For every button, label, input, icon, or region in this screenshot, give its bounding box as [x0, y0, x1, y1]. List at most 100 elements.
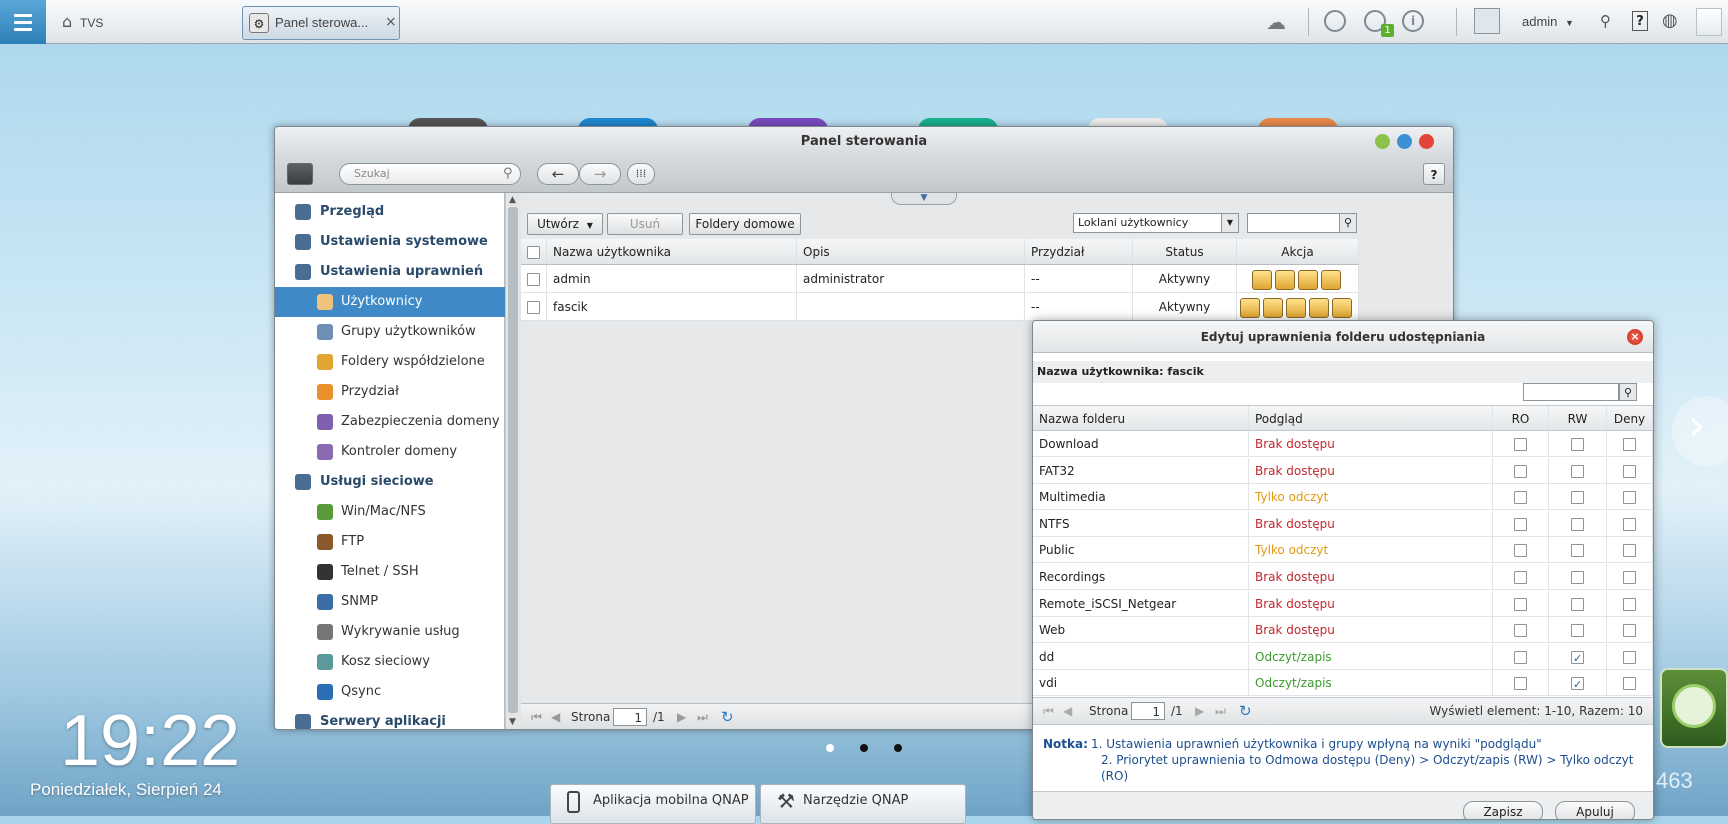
refresh-icon[interactable]: ↻	[721, 708, 734, 726]
search-icon[interactable]: ⚲	[1619, 383, 1637, 401]
sidebar-item[interactable]: Kosz sieciowy	[275, 647, 505, 677]
rw-checkbox[interactable]	[1571, 597, 1584, 611]
clock-icon[interactable]	[1324, 10, 1346, 32]
tab-close-icon[interactable]: ×	[385, 14, 397, 30]
next-page-icon[interactable]: ▶	[1195, 704, 1204, 718]
refresh-icon[interactable]: ↻	[1239, 702, 1252, 720]
row-checkbox[interactable]	[527, 273, 540, 286]
help-button[interactable]: ?	[1423, 163, 1445, 185]
deny-checkbox[interactable]	[1623, 597, 1636, 611]
edit-folder-permission-icon[interactable]	[1320, 269, 1341, 290]
sidebar-item[interactable]: SNMP	[275, 587, 505, 617]
qnap-utility-button[interactable]: ⚒ Narzędzie QNAP	[760, 784, 966, 824]
edit-profile-icon[interactable]	[1263, 297, 1283, 318]
scroll-down-icon[interactable]: ▼	[509, 717, 516, 727]
forward-button[interactable]: →	[579, 163, 621, 185]
prev-page-icon[interactable]: ◀	[1063, 704, 1072, 718]
rw-checkbox[interactable]	[1571, 438, 1584, 451]
next-page-icon[interactable]: ▶	[677, 710, 686, 724]
ro-checkbox[interactable]	[1514, 517, 1527, 531]
save-button[interactable]: Zapisz	[1463, 801, 1543, 819]
next-desktop-button[interactable]: ›	[1672, 396, 1728, 466]
home-folders-button[interactable]: Foldery domowe	[689, 213, 801, 235]
scroll-thumb[interactable]	[508, 207, 518, 713]
rw-checkbox[interactable]	[1571, 491, 1584, 505]
edit-group-icon[interactable]	[1297, 269, 1318, 290]
dashboard-icon[interactable]	[1696, 8, 1722, 36]
table-row[interactable]: admin administrator -- Aktywny	[521, 265, 1359, 293]
ro-checkbox[interactable]	[1514, 491, 1527, 505]
sidebar-item[interactable]: Ustawienia uprawnień	[275, 257, 505, 287]
column-header[interactable]: Przydział	[1025, 239, 1133, 264]
maximize-button[interactable]	[1397, 134, 1412, 149]
ro-checkbox[interactable]	[1514, 597, 1527, 611]
change-password-icon[interactable]	[1251, 269, 1272, 290]
avatar[interactable]	[1474, 8, 1500, 34]
rw-checkbox[interactable]	[1571, 624, 1584, 638]
last-page-icon[interactable]: ⏭	[1215, 704, 1226, 719]
last-page-icon[interactable]: ⏭	[697, 710, 708, 725]
page-dot[interactable]	[826, 744, 834, 752]
apps-grid-button[interactable]: ⁞⁞⁞	[627, 163, 655, 185]
column-header[interactable]: RO	[1493, 406, 1549, 430]
deny-checkbox[interactable]	[1623, 650, 1636, 664]
first-page-icon[interactable]: ⏮	[531, 710, 542, 725]
create-button[interactable]: Utwórz ▼	[527, 213, 603, 235]
sidebar-item[interactable]: Kontroler domeny	[275, 437, 505, 467]
edit-app-privilege-icon[interactable]	[1332, 297, 1352, 318]
page-dot[interactable]	[894, 744, 902, 752]
ro-checkbox[interactable]	[1514, 571, 1527, 584]
sidebar-scrollbar[interactable]: ▲ ▼	[505, 193, 521, 729]
sidebar-item[interactable]: Zabezpieczenia domeny	[275, 407, 505, 437]
sidebar-item[interactable]: FTP	[275, 527, 505, 557]
column-header[interactable]: Akcja	[1237, 239, 1359, 264]
sidebar-item[interactable]: Telnet / SSH	[275, 557, 505, 587]
cancel-button[interactable]: Apuluj	[1555, 801, 1635, 819]
sidebar-item[interactable]: Ustawienia systemowe	[275, 227, 505, 257]
scroll-up-icon[interactable]: ▲	[509, 195, 516, 205]
rw-checkbox[interactable]	[1571, 464, 1584, 478]
sidebar-item[interactable]: Użytkownicy	[275, 287, 505, 317]
cloud-icon[interactable]: ☁	[1266, 10, 1286, 34]
deny-checkbox[interactable]	[1623, 438, 1636, 451]
rw-checkbox[interactable]	[1571, 672, 1584, 698]
language-icon[interactable]: ◍	[1662, 10, 1678, 31]
folder-search-input[interactable]	[1523, 383, 1619, 401]
deny-checkbox[interactable]	[1623, 544, 1636, 558]
row-checkbox[interactable]	[527, 301, 540, 314]
sidebar-toggle-button[interactable]	[287, 163, 313, 185]
change-password-icon[interactable]	[1240, 297, 1260, 318]
delete-button[interactable]: Usuń	[607, 213, 683, 235]
search-icon[interactable]: ⚲	[1600, 12, 1611, 30]
deny-checkbox[interactable]	[1623, 571, 1636, 584]
sidebar-item[interactable]: Przydział	[275, 377, 505, 407]
collapse-toggle[interactable]: ▼	[891, 193, 957, 205]
ro-checkbox[interactable]	[1514, 650, 1527, 664]
rw-checkbox[interactable]	[1571, 544, 1584, 558]
sidebar-item[interactable]: Grupy użytkowników	[275, 317, 505, 347]
back-button[interactable]: ←	[537, 163, 579, 185]
column-header[interactable]: Deny	[1607, 406, 1653, 430]
page-dot[interactable]	[860, 744, 868, 752]
ro-checkbox[interactable]	[1514, 464, 1527, 478]
select-all-checkbox[interactable]	[527, 246, 540, 259]
info-icon[interactable]: i	[1402, 10, 1424, 32]
ro-checkbox[interactable]	[1514, 624, 1527, 638]
dialog-close-icon[interactable]: ×	[1627, 329, 1643, 345]
search-icon[interactable]: ⚲	[1339, 214, 1356, 232]
page-input[interactable]: 1	[613, 708, 647, 726]
qnap-mobile-app-button[interactable]: Aplikacja mobilna QNAP	[550, 784, 756, 824]
sidebar-item[interactable]: Przegląd	[275, 197, 505, 227]
column-header[interactable]: Opis	[797, 239, 1025, 264]
rw-checkbox[interactable]	[1571, 571, 1584, 584]
page-input[interactable]: 1	[1131, 702, 1165, 720]
column-header[interactable]: Nazwa folderu	[1033, 406, 1249, 430]
column-header[interactable]: Nazwa użytkownika	[547, 239, 797, 264]
edit-group-icon[interactable]	[1286, 297, 1306, 318]
user-type-select[interactable]: Loklani użytkownicy ▼	[1073, 213, 1239, 233]
sidebar-item[interactable]: Qsync	[275, 677, 505, 707]
rw-checkbox[interactable]	[1571, 646, 1584, 672]
main-menu-button[interactable]	[0, 0, 46, 44]
deny-checkbox[interactable]	[1623, 677, 1636, 691]
sidebar-item[interactable]: Win/Mac/NFS	[275, 497, 505, 527]
